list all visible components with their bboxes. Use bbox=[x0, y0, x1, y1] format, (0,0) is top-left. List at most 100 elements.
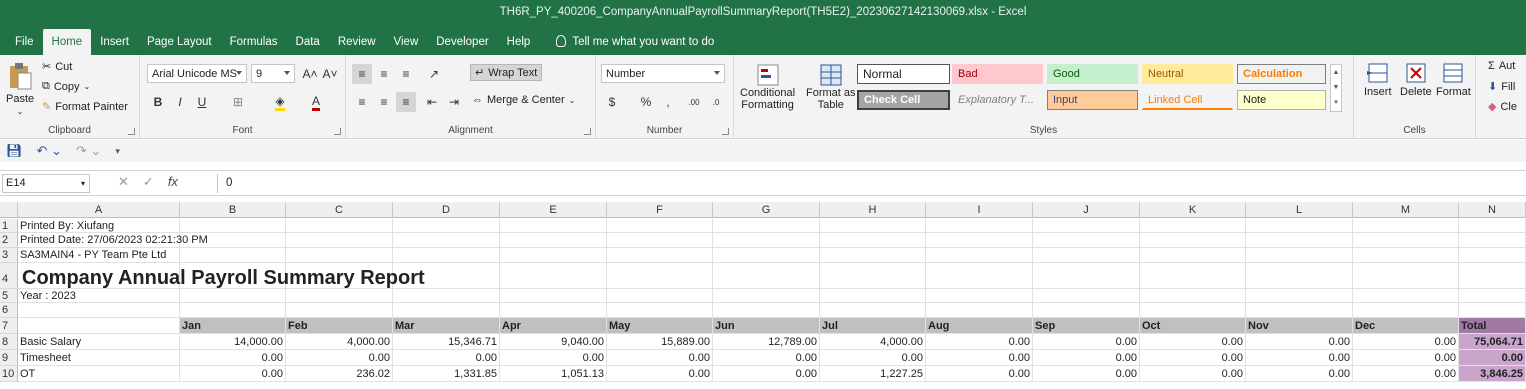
row-header-8[interactable]: 8 bbox=[0, 334, 18, 350]
column-header-j[interactable]: J bbox=[1033, 202, 1140, 218]
style-neutral[interactable]: Neutral bbox=[1142, 64, 1233, 84]
worksheet-grid[interactable]: A B C D E F G H I J K L M N 1 2 3 4 5 6 7 8 9 10 Printed By: Xiu… bbox=[0, 202, 1526, 389]
value-cell[interactable]: 0.00 bbox=[180, 350, 286, 366]
value-cell[interactable]: 0.00 bbox=[1246, 334, 1353, 350]
tell-me-box[interactable]: Tell me what you want to do bbox=[547, 29, 723, 55]
format-painter-button[interactable]: ✎ Format Painter bbox=[42, 100, 128, 114]
styles-gallery-scroll[interactable]: ▲ ▼ ▾ bbox=[1330, 64, 1342, 112]
column-header-a[interactable]: A bbox=[18, 202, 180, 218]
value-cell[interactable]: 1,051.13 bbox=[500, 366, 607, 382]
month-header-feb[interactable]: Feb bbox=[286, 318, 393, 334]
grid-cell[interactable] bbox=[1353, 303, 1459, 318]
grid-cell[interactable] bbox=[1459, 263, 1526, 289]
cancel-icon[interactable]: ✕ bbox=[118, 174, 129, 190]
value-cell[interactable]: 0.00 bbox=[607, 366, 713, 382]
undo-icon[interactable]: ↶ ⌄ bbox=[37, 143, 62, 159]
printed-by-cell[interactable]: Printed By: Xiufang bbox=[18, 219, 180, 233]
value-cell[interactable]: 0.00 bbox=[1246, 366, 1353, 382]
value-cell[interactable]: 0.00 bbox=[1353, 350, 1459, 366]
grid-cell[interactable] bbox=[1353, 219, 1459, 233]
decrease-indent-icon[interactable]: ⇤ bbox=[422, 92, 442, 112]
grid-cell[interactable] bbox=[1459, 248, 1526, 263]
italic-icon[interactable]: I bbox=[170, 92, 190, 112]
tab-help[interactable]: Help bbox=[498, 29, 540, 55]
grid-cell[interactable] bbox=[926, 219, 1033, 233]
row-label[interactable]: Basic Salary bbox=[18, 334, 180, 350]
grid-cell[interactable] bbox=[393, 289, 500, 303]
grid-cell[interactable] bbox=[500, 219, 607, 233]
grid-cell[interactable] bbox=[1033, 303, 1140, 318]
align-left-icon[interactable]: ≡ bbox=[352, 92, 372, 112]
value-cell[interactable]: 0.00 bbox=[1353, 366, 1459, 382]
grid-cell[interactable] bbox=[926, 263, 1033, 289]
column-header-n[interactable]: N bbox=[1459, 202, 1526, 218]
total-header[interactable]: Total bbox=[1459, 318, 1526, 334]
report-title-cell[interactable]: Company Annual Payroll Summary Report bbox=[18, 263, 425, 289]
grid-cell[interactable] bbox=[1246, 219, 1353, 233]
tab-view[interactable]: View bbox=[385, 29, 428, 55]
grid-cell[interactable] bbox=[820, 263, 926, 289]
value-cell[interactable]: 0.00 bbox=[1140, 366, 1246, 382]
bold-icon[interactable]: B bbox=[148, 92, 168, 112]
style-calculation[interactable]: Calculation bbox=[1237, 64, 1326, 84]
grid-cell[interactable] bbox=[713, 263, 820, 289]
grid-cell[interactable] bbox=[1033, 289, 1140, 303]
column-header-h[interactable]: H bbox=[820, 202, 926, 218]
header-blank-cell[interactable] bbox=[18, 318, 180, 334]
grid-cell[interactable] bbox=[1033, 248, 1140, 263]
row-header-9[interactable]: 9 bbox=[0, 350, 18, 366]
column-header-m[interactable]: M bbox=[1353, 202, 1459, 218]
value-cell[interactable]: 9,040.00 bbox=[500, 334, 607, 350]
row-label[interactable]: Timesheet bbox=[18, 350, 180, 366]
autosum-button[interactable]: Σ Aut bbox=[1488, 60, 1515, 72]
align-top-icon[interactable]: ≡ bbox=[352, 64, 372, 84]
grid-cell[interactable] bbox=[1459, 303, 1526, 318]
clear-button[interactable]: ◆ Cle bbox=[1488, 100, 1517, 114]
redo-icon[interactable]: ↷ ⌄ bbox=[76, 143, 101, 159]
fill-color-icon[interactable]: ◈ bbox=[270, 92, 290, 112]
column-header-d[interactable]: D bbox=[393, 202, 500, 218]
underline-icon[interactable]: U bbox=[192, 92, 212, 112]
grid-cell[interactable] bbox=[1459, 219, 1526, 233]
company-cell[interactable]: SA3MAIN4 - PY Team Pte Ltd bbox=[18, 248, 180, 263]
grid-cell[interactable] bbox=[926, 303, 1033, 318]
decrease-font-icon[interactable]: A˅ bbox=[320, 64, 340, 84]
grid-cell[interactable] bbox=[1140, 248, 1246, 263]
grid-cell[interactable] bbox=[1246, 263, 1353, 289]
grid-cell[interactable] bbox=[1459, 289, 1526, 303]
insert-function-icon[interactable]: fx bbox=[168, 174, 178, 190]
value-cell[interactable]: 15,889.00 bbox=[607, 334, 713, 350]
grid-cell[interactable] bbox=[1140, 263, 1246, 289]
row-header-3[interactable]: 3 bbox=[0, 248, 18, 263]
style-note[interactable]: Note bbox=[1237, 90, 1326, 110]
currency-icon[interactable]: $ bbox=[602, 92, 622, 112]
value-cell[interactable]: 12,789.00 bbox=[713, 334, 820, 350]
fill-button[interactable]: ⬇ Fill bbox=[1488, 80, 1515, 94]
font-name-select[interactable]: Arial Unicode MS bbox=[147, 64, 247, 83]
total-cell[interactable]: 3,846.25 bbox=[1459, 366, 1526, 382]
grid-cell[interactable] bbox=[1033, 263, 1140, 289]
increase-indent-icon[interactable]: ⇥ bbox=[444, 92, 464, 112]
grid-cell[interactable] bbox=[1033, 233, 1140, 248]
column-header-l[interactable]: L bbox=[1246, 202, 1353, 218]
grid-cell[interactable] bbox=[607, 233, 713, 248]
wrap-text-button[interactable]: ↵ Wrap Text bbox=[470, 64, 543, 81]
value-cell[interactable]: 14,000.00 bbox=[180, 334, 286, 350]
grid-cell[interactable] bbox=[286, 219, 393, 233]
row-header-7[interactable]: 7 bbox=[0, 318, 18, 334]
tab-home[interactable]: Home bbox=[42, 29, 92, 55]
align-middle-icon[interactable]: ≡ bbox=[374, 64, 394, 84]
total-cell[interactable]: 75,064.71 bbox=[1459, 334, 1526, 350]
comma-icon[interactable]: , bbox=[658, 92, 678, 112]
month-header-sep[interactable]: Sep bbox=[1033, 318, 1140, 334]
value-cell[interactable]: 236.02 bbox=[286, 366, 393, 382]
column-header-f[interactable]: F bbox=[607, 202, 713, 218]
tab-formulas[interactable]: Formulas bbox=[221, 29, 287, 55]
month-header-jan[interactable]: Jan bbox=[180, 318, 286, 334]
grid-cell[interactable] bbox=[713, 303, 820, 318]
value-cell[interactable]: 15,346.71 bbox=[393, 334, 500, 350]
month-header-apr[interactable]: Apr bbox=[500, 318, 607, 334]
grid-cell[interactable] bbox=[1353, 233, 1459, 248]
value-cell[interactable]: 0.00 bbox=[1033, 366, 1140, 382]
value-cell[interactable]: 4,000.00 bbox=[820, 334, 926, 350]
